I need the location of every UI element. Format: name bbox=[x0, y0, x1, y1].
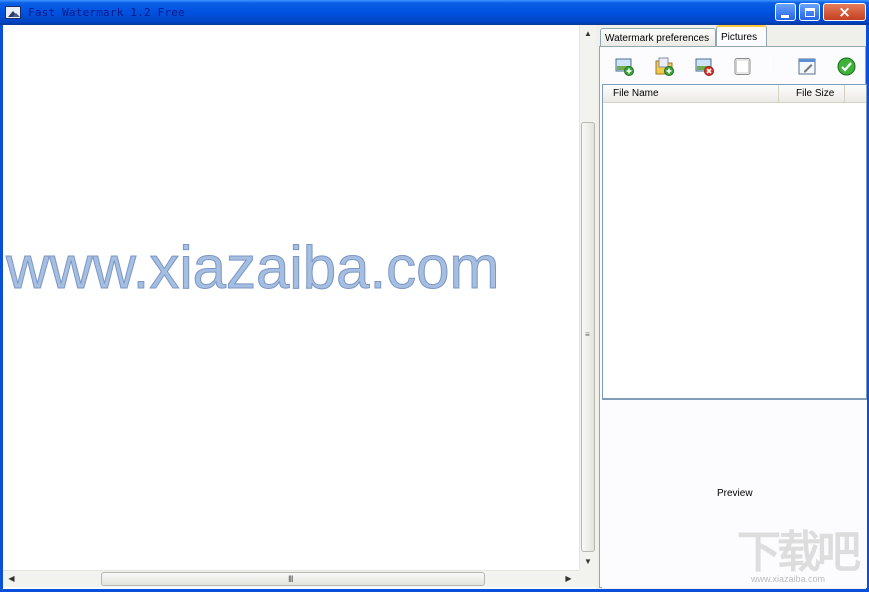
close-button[interactable]: × bbox=[823, 3, 866, 21]
add-folder-button[interactable] bbox=[655, 57, 674, 76]
side-panel: Watermark preferences Pictures File Name… bbox=[596, 25, 867, 589]
arrow-down-icon: ▼ bbox=[584, 557, 592, 566]
add-folder-icon bbox=[655, 57, 674, 76]
column-file-size[interactable]: File Size bbox=[780, 85, 845, 103]
tab-watermark-preferences[interactable]: Watermark preferences bbox=[600, 28, 716, 46]
arrow-left-icon: ◀ bbox=[8, 574, 15, 583]
grip-icon: III bbox=[288, 574, 293, 584]
window-title: Fast Watermark 1.2 Free bbox=[28, 6, 185, 19]
scrollbar-corner bbox=[579, 570, 596, 587]
title-bar[interactable]: Fast Watermark 1.2 Free × bbox=[0, 0, 869, 25]
apply-button[interactable] bbox=[837, 57, 856, 76]
scroll-down-button[interactable]: ▼ bbox=[580, 553, 596, 570]
clear-list-icon bbox=[734, 58, 751, 75]
site-logo-text: 下载吧 bbox=[737, 527, 861, 578]
horizontal-scroll-thumb[interactable]: III bbox=[101, 572, 485, 586]
file-list-header: File Name File Size bbox=[603, 85, 866, 103]
edit-icon bbox=[798, 58, 816, 75]
minimize-button[interactable] bbox=[775, 3, 796, 21]
app-icon bbox=[5, 6, 21, 19]
edit-button[interactable] bbox=[798, 57, 817, 76]
arrow-up-icon: ▲ bbox=[584, 29, 592, 38]
site-logo-url: www.xiazaiba.com bbox=[751, 574, 826, 584]
site-logo: 下载吧 www.xiazaiba.com bbox=[737, 530, 867, 590]
tab-pictures[interactable]: Pictures bbox=[716, 25, 767, 46]
add-image-icon bbox=[615, 58, 634, 76]
arrow-right-icon: ▶ bbox=[565, 574, 572, 583]
toolbar-separator bbox=[770, 56, 771, 76]
close-icon: × bbox=[838, 3, 851, 21]
remove-image-icon bbox=[695, 58, 714, 76]
watermark-preview-text: www.xiazaiba.com bbox=[6, 234, 501, 302]
column-file-name[interactable]: File Name bbox=[603, 85, 779, 103]
file-list[interactable]: File Name File Size bbox=[602, 84, 867, 399]
pictures-tab-content: File Name File Size Preview bbox=[599, 46, 867, 588]
apply-check-icon bbox=[837, 57, 856, 76]
horizontal-scrollbar[interactable]: ◀ III ▶ bbox=[3, 570, 579, 587]
scroll-left-button[interactable]: ◀ bbox=[3, 571, 20, 587]
scroll-up-button[interactable]: ▲ bbox=[580, 25, 596, 42]
maximize-icon bbox=[805, 8, 815, 17]
grip-icon: ≡ bbox=[585, 330, 590, 339]
pictures-toolbar bbox=[600, 47, 865, 81]
remove-image-button[interactable] bbox=[695, 57, 714, 76]
add-image-button[interactable] bbox=[615, 57, 634, 76]
vertical-scroll-thumb[interactable]: ≡ bbox=[581, 122, 595, 552]
minimize-icon bbox=[781, 15, 789, 18]
vertical-scrollbar[interactable]: ▲ ≡ ▼ bbox=[579, 25, 596, 570]
clear-list-button[interactable] bbox=[733, 57, 752, 76]
preview-label: Preview bbox=[717, 488, 753, 499]
image-canvas[interactable]: www.xiazaiba.com bbox=[3, 25, 579, 570]
scroll-right-button[interactable]: ▶ bbox=[560, 571, 577, 587]
maximize-button[interactable] bbox=[799, 3, 820, 21]
